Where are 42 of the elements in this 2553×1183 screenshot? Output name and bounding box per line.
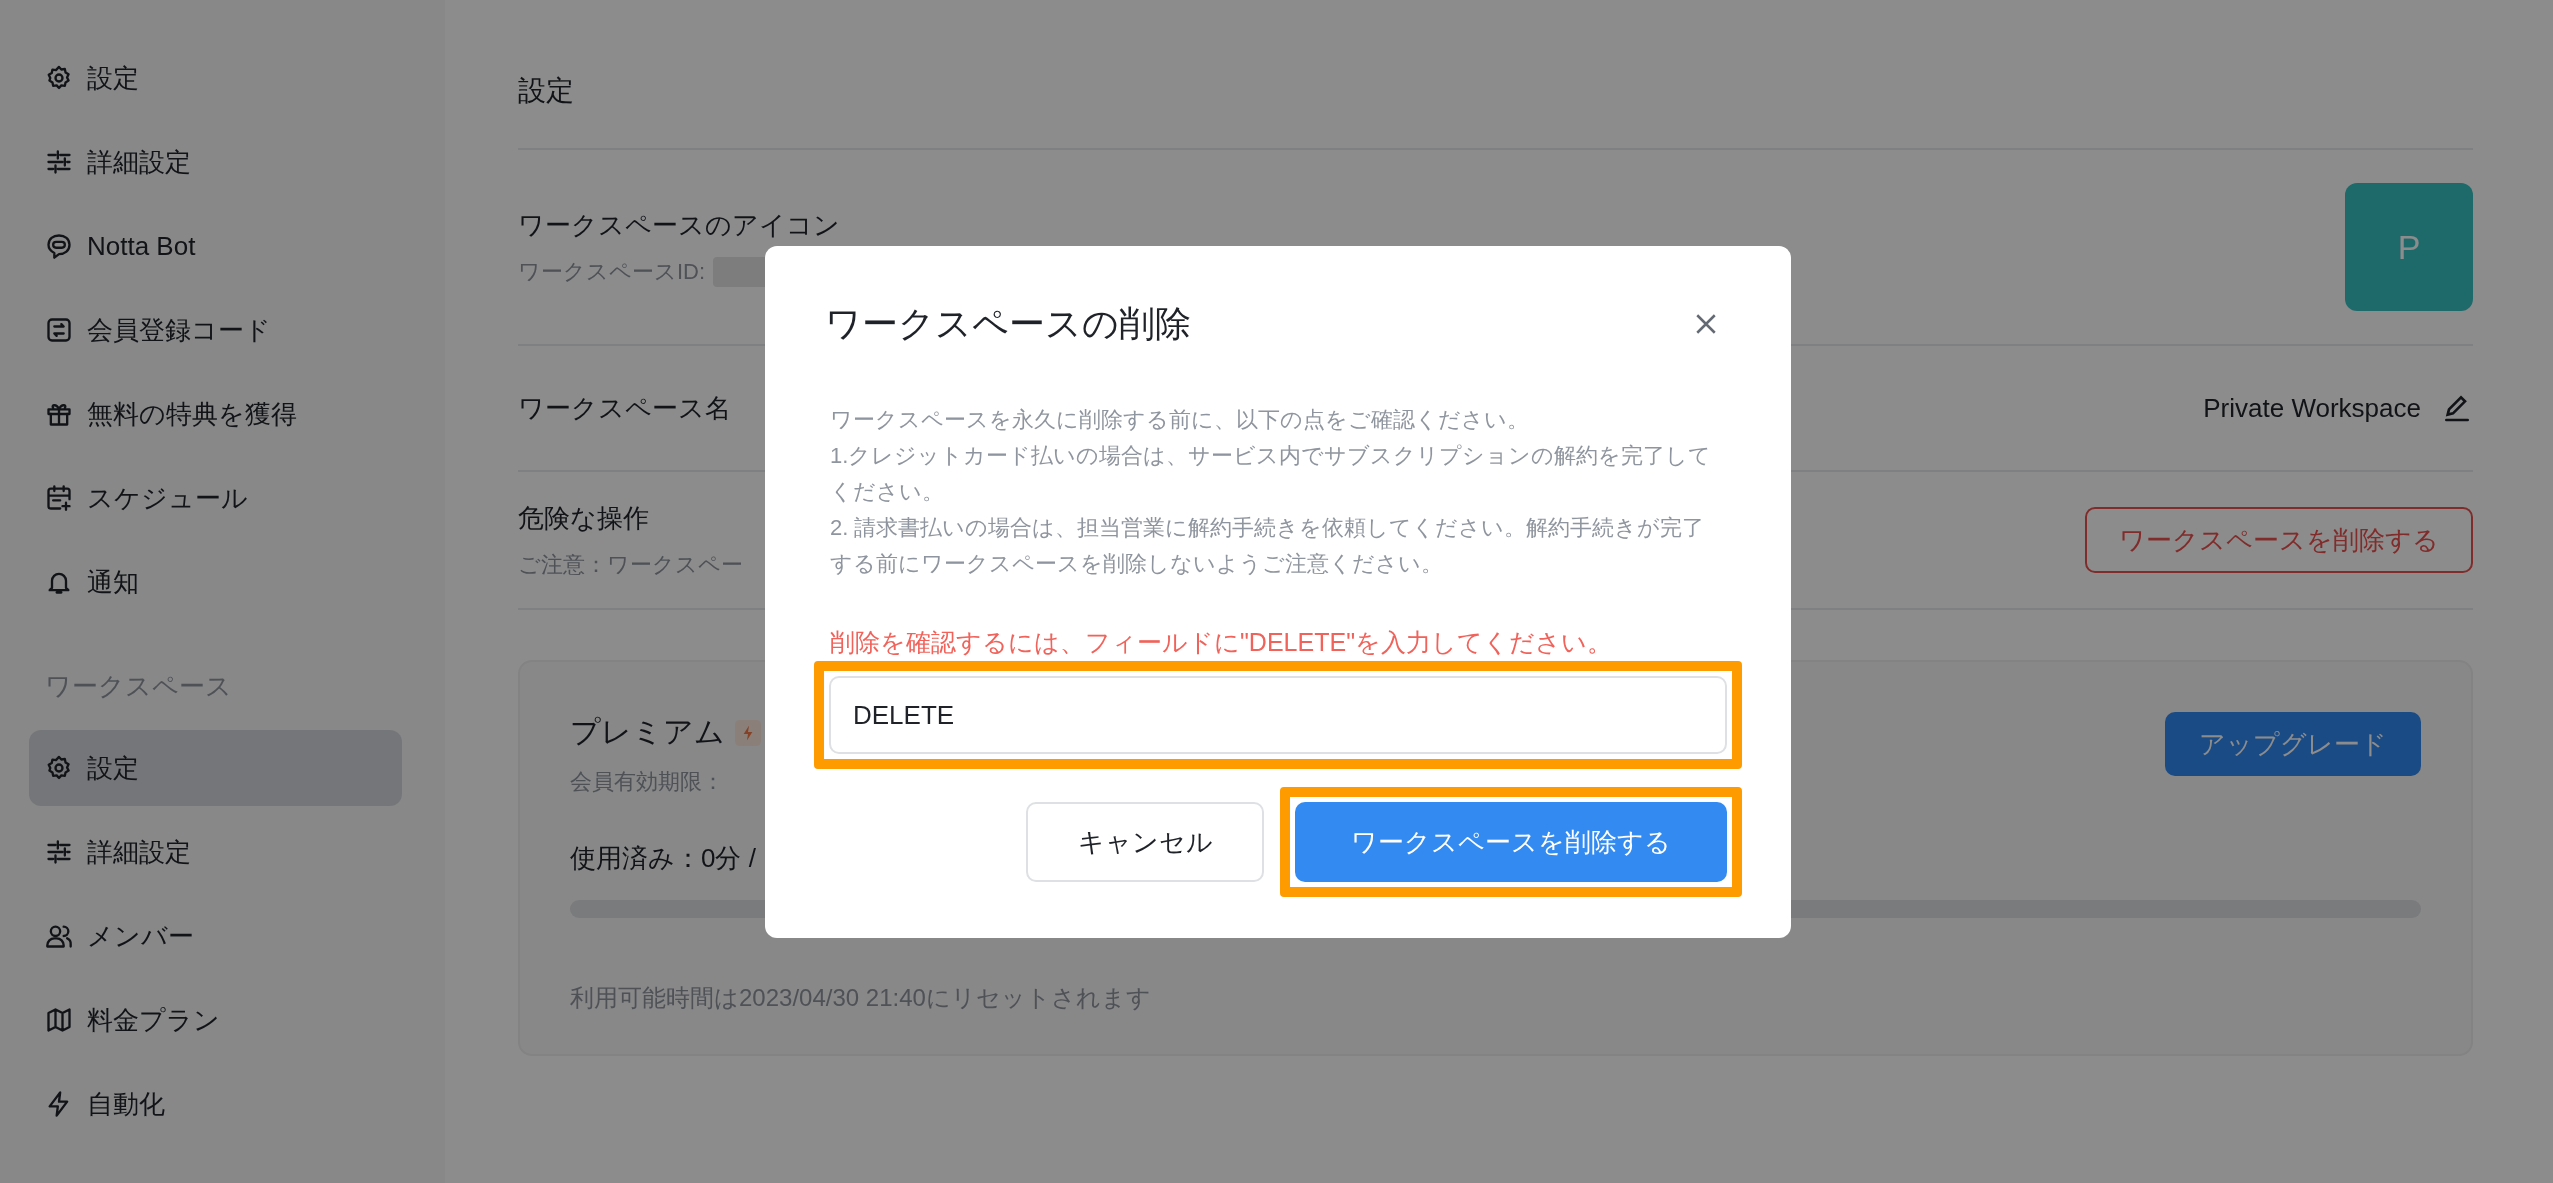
sidebar-item[interactable]: 設定 xyxy=(29,40,402,116)
chat-bubble-icon xyxy=(45,232,73,260)
dialog-paragraph: 2. 請求書払いの場合は、担当営業に解約手続きを依頼してください。解約手続きが完了する前にワークスペースを削除しないようご注意ください。 xyxy=(830,514,1706,578)
row-sublabel: ご注意：ワークスペー xyxy=(518,550,743,579)
dialog-paragraph: 1.クレジットカード払いの場合は、サービス内でサブスクリプションの解約を完了してください。 xyxy=(830,442,1713,506)
workspace-name: Private Workspace xyxy=(2203,392,2421,424)
sidebar-item[interactable]: 無料の特典を獲得 xyxy=(29,376,402,452)
reset-note: 利用可能時間は2023/04/30 21:40にリセットされます xyxy=(570,983,1151,1013)
delete-workspace-button[interactable]: ワークスペースを削除する xyxy=(2085,507,2473,573)
gear-icon xyxy=(45,64,73,92)
usage-text: 使用済み：0分 / xyxy=(570,842,756,875)
sidebar-item[interactable]: スケジュール xyxy=(29,460,402,536)
section-heading: ワークスペース xyxy=(45,670,233,703)
row-sublabel: ワークスペースID: xyxy=(518,257,706,286)
sidebar-item[interactable]: メンバー xyxy=(29,898,402,974)
row-label: 危険な操作 xyxy=(518,501,649,535)
row-label: ワークスペースのアイコン xyxy=(518,208,840,242)
confirm-prompt: 削除を確認するには、フィールドに"DELETE"を入力してください。 xyxy=(830,627,1613,658)
sidebar-item[interactable]: 詳細設定 xyxy=(29,814,402,890)
sidebar-item[interactable]: 自動化 xyxy=(29,1066,402,1142)
confirm-delete-button[interactable]: ワークスペースを削除する xyxy=(1295,802,1727,882)
swap-square-icon xyxy=(45,316,73,344)
cancel-button[interactable]: キャンセル xyxy=(1026,802,1264,882)
plan-name: プレミアム xyxy=(570,714,725,750)
dialog-paragraph: ワークスペースを永久に削除する前に、以下の点をご確認ください。 xyxy=(830,406,1530,434)
row-label: ワークスペース名 xyxy=(518,391,731,425)
calendar-icon xyxy=(45,484,73,512)
lightning-icon xyxy=(735,719,761,746)
gear-icon xyxy=(45,754,73,782)
sliders-icon xyxy=(45,838,73,866)
expiry-text: 会員有効期限： xyxy=(570,768,724,796)
sidebar-item[interactable]: 通知 xyxy=(29,544,402,620)
sidebar-item[interactable]: 料金プラン xyxy=(29,982,402,1058)
dialog-title: ワークスペースの削除 xyxy=(825,301,1191,346)
map-icon xyxy=(45,1006,73,1034)
sliders-icon xyxy=(45,148,73,176)
sidebar-item[interactable]: Notta Bot xyxy=(29,208,402,284)
confirm-input-field[interactable]: DELETE xyxy=(829,676,1727,754)
sidebar-item[interactable]: 会員登録コード xyxy=(29,292,402,368)
page-title: 設定 xyxy=(518,75,574,106)
sidebar-item[interactable]: 設定 xyxy=(29,730,402,806)
sidebar-item[interactable]: 詳細設定 xyxy=(29,124,402,200)
